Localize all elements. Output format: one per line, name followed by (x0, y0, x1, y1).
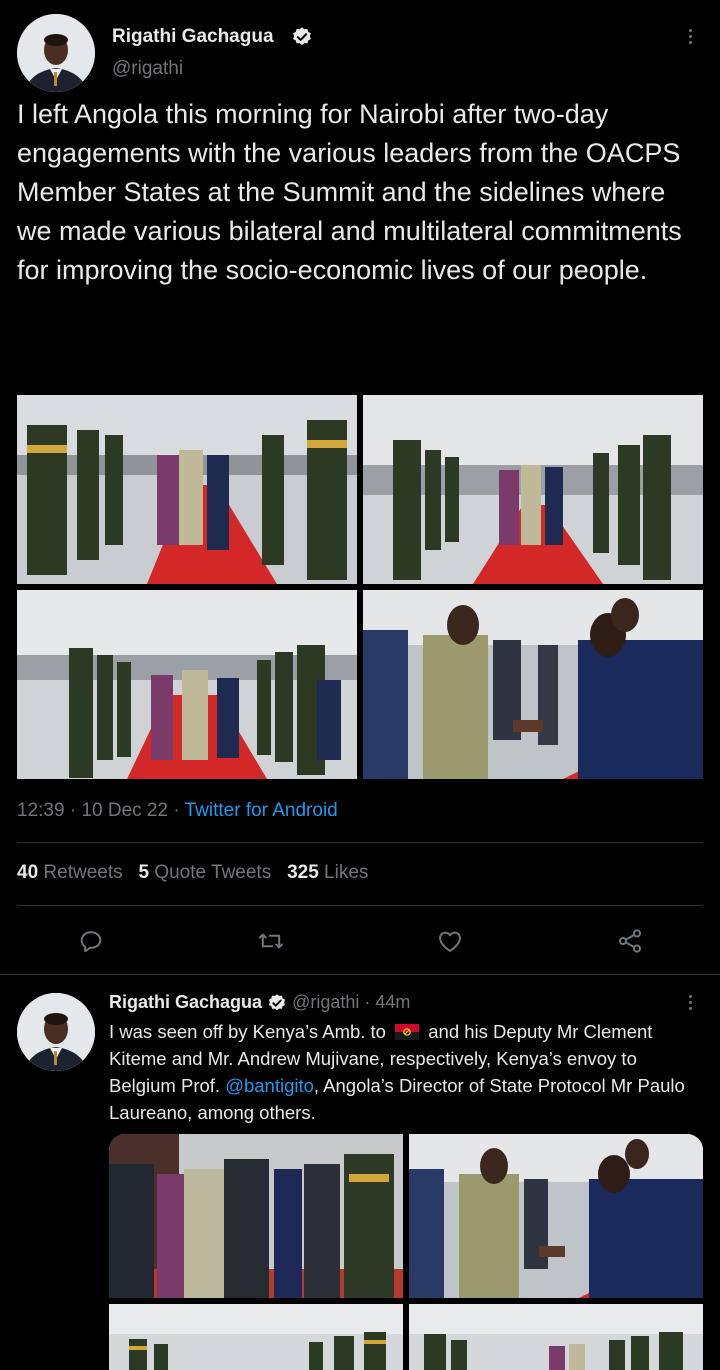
author-avatar[interactable] (17, 993, 95, 1071)
quotes-stat[interactable]: 5 Quote Tweets (138, 862, 276, 883)
retweets-stat[interactable]: 40 Retweets (17, 862, 128, 883)
photo-guard-of-honour-1[interactable] (17, 395, 357, 584)
author-name[interactable]: Rigathi Gachagua (112, 26, 274, 48)
verified-icon (268, 994, 286, 1011)
likes-count: 325 (287, 862, 319, 883)
photo-handshake[interactable] (363, 590, 703, 779)
tweet-meta: 12:39 · 10 Dec 22 · Twitter for Android (17, 800, 338, 822)
verified-icon (293, 27, 311, 45)
tweet-separator (0, 974, 720, 975)
photo-send-off-guard-1[interactable] (109, 1304, 403, 1370)
author-handle[interactable]: @rigathi (112, 58, 183, 80)
author-handle[interactable]: @rigathi (292, 992, 359, 1012)
angola-flag-icon (395, 1024, 420, 1040)
divider (17, 842, 703, 843)
header-separator: · (364, 992, 371, 1012)
share-icon[interactable] (616, 927, 644, 955)
likes-label: Likes (324, 862, 369, 883)
photo-guard-of-honour-3[interactable] (17, 590, 357, 779)
tweet-stats: 40 Retweets 5 Quote Tweets 325 Likes (17, 862, 368, 884)
author-avatar[interactable] (17, 14, 95, 92)
mention-link[interactable]: @bantigito (225, 1075, 314, 1096)
tweet-date: 10 Dec 22 (81, 800, 169, 821)
tweet-time: 12:39 (17, 800, 65, 821)
meta-separator-2: · (173, 800, 180, 821)
reply-text-part1: I was seen off by Kenya’s Amb. to (109, 1021, 386, 1042)
reply-text: I was seen off by Kenya’s Amb. to and hi… (109, 1018, 705, 1126)
tweet-age[interactable]: 44m (375, 992, 410, 1012)
photo-send-off-handshake[interactable] (409, 1134, 703, 1298)
reply-header: Rigathi Gachagua @rigathi · 44m (109, 992, 410, 1013)
likes-stat[interactable]: 325 Likes (287, 862, 368, 883)
tweet-source-link[interactable]: Twitter for Android (185, 800, 338, 821)
quotes-label: Quote Tweets (154, 862, 272, 883)
divider (17, 905, 703, 906)
photo-guard-of-honour-2[interactable] (363, 395, 703, 584)
photo-send-off-group[interactable] (109, 1134, 403, 1298)
quotes-count: 5 (138, 862, 150, 883)
meta-separator: · (69, 800, 77, 821)
retweets-count: 40 (17, 862, 39, 883)
more-icon[interactable] (689, 995, 693, 1013)
like-icon[interactable] (436, 927, 464, 955)
author-name[interactable]: Rigathi Gachagua (109, 992, 262, 1012)
tweet-text: I left Angola this morning for Nairobi a… (17, 99, 682, 285)
retweet-icon[interactable] (256, 927, 286, 955)
reply-icon[interactable] (77, 927, 105, 955)
more-icon[interactable] (689, 29, 693, 47)
retweets-label: Retweets (43, 862, 123, 883)
photo-send-off-guard-2[interactable] (409, 1304, 703, 1370)
